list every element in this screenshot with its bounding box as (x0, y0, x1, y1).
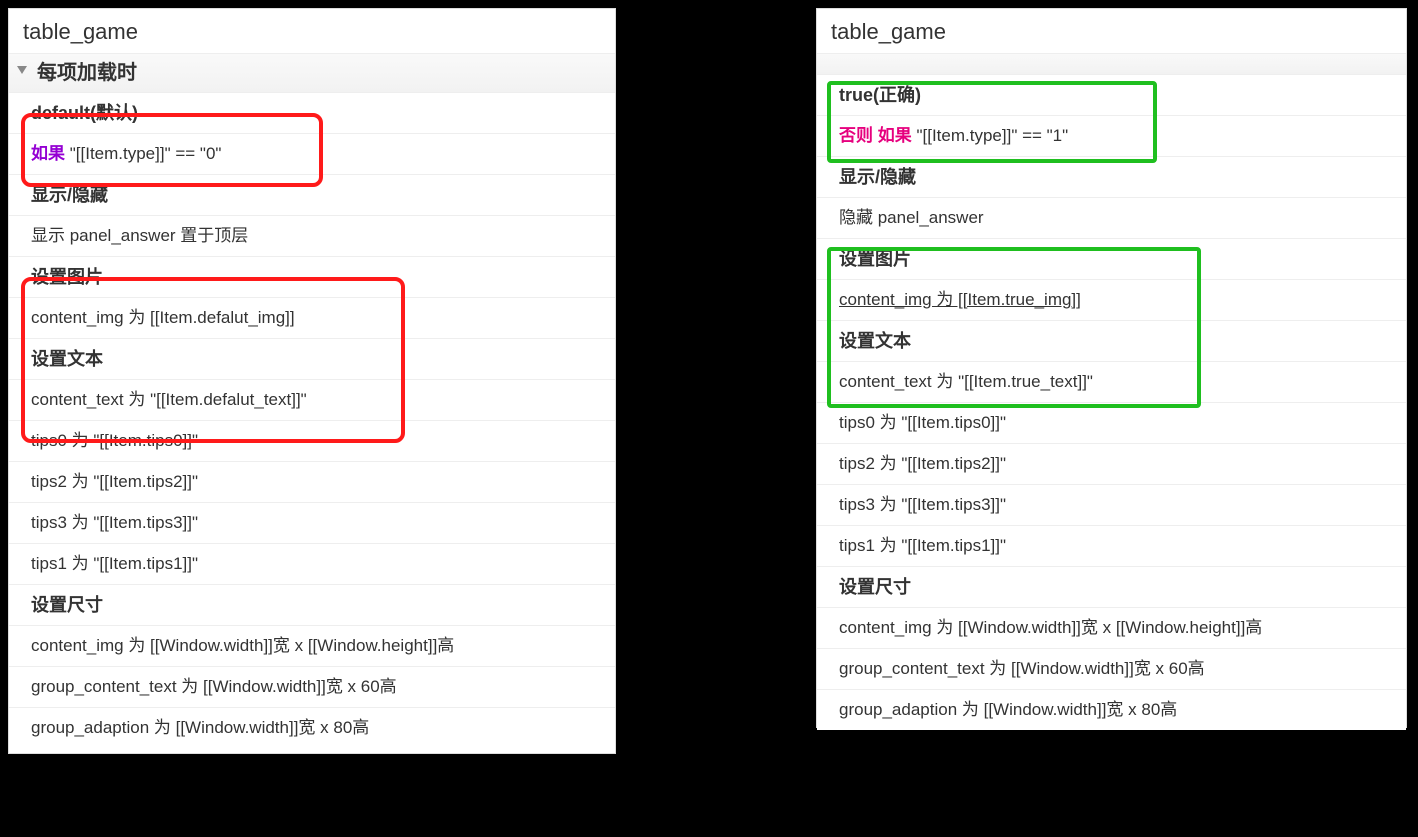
setsize-category[interactable]: 设置尺寸 (817, 566, 1406, 607)
setsize-line[interactable]: group_adaption 为 [[Window.width]]宽 x 80高 (817, 689, 1406, 730)
showhide-line[interactable]: 显示 panel_answer 置于顶层 (9, 215, 615, 256)
left-panel: table_game 每项加载时 default(默认) 如果 "[[Item.… (8, 8, 616, 754)
condition-expression[interactable]: 如果 "[[Item.type]]" == "0" (9, 133, 615, 174)
condition-expr-text: "[[Item.type]]" == "1" (916, 126, 1068, 145)
tips-line[interactable]: tips0 为 "[[Item.tips0]]" (9, 420, 615, 461)
left-title: table_game (9, 9, 615, 53)
tips-line[interactable]: tips1 为 "[[Item.tips1]]" (817, 525, 1406, 566)
setsize-line[interactable]: content_img 为 [[Window.width]]宽 x [[Wind… (817, 607, 1406, 648)
right-title: table_game (817, 9, 1406, 53)
settext-line[interactable]: content_text 为 "[[Item.true_text]]" (817, 361, 1406, 402)
settext-category[interactable]: 设置文本 (9, 338, 615, 379)
tips-line[interactable]: tips1 为 "[[Item.tips1]]" (9, 543, 615, 584)
condition-name[interactable]: default(默认) (9, 92, 615, 133)
elseif-keyword: 否则 如果 (839, 126, 912, 145)
section-header-label: 每项加载时 (37, 62, 137, 84)
showhide-category[interactable]: 显示/隐藏 (9, 174, 615, 215)
showhide-category[interactable]: 显示/隐藏 (817, 156, 1406, 197)
tips-line[interactable]: tips3 为 "[[Item.tips3]]" (817, 484, 1406, 525)
setsize-line[interactable]: group_adaption 为 [[Window.width]]宽 x 80高 (9, 707, 615, 748)
if-keyword: 如果 (31, 144, 65, 163)
showhide-line[interactable]: 隐藏 panel_answer (817, 197, 1406, 238)
setsize-line[interactable]: content_img 为 [[Window.width]]宽 x [[Wind… (9, 625, 615, 666)
right-panel: table_game true(正确) 否则 如果 "[[Item.type]]… (816, 8, 1407, 728)
tips-line[interactable]: tips3 为 "[[Item.tips3]]" (9, 502, 615, 543)
condition-expr-text: "[[Item.type]]" == "0" (70, 144, 222, 163)
settext-line[interactable]: content_text 为 "[[Item.defalut_text]]" (9, 379, 615, 420)
spacer-row (817, 53, 1406, 74)
setimage-category[interactable]: 设置图片 (9, 256, 615, 297)
condition-expression[interactable]: 否则 如果 "[[Item.type]]" == "1" (817, 115, 1406, 156)
condition-name[interactable]: true(正确) (817, 74, 1406, 115)
setsize-line[interactable]: group_content_text 为 [[Window.width]]宽 x… (817, 648, 1406, 689)
setimage-line[interactable]: content_img 为 [[Item.true_img]] (817, 279, 1406, 320)
setsize-line[interactable]: group_content_text 为 [[Window.width]]宽 x… (9, 666, 615, 707)
setsize-category[interactable]: 设置尺寸 (9, 584, 615, 625)
setimage-category[interactable]: 设置图片 (817, 238, 1406, 279)
section-header[interactable]: 每项加载时 (9, 53, 615, 92)
chevron-down-icon[interactable] (17, 66, 27, 74)
setimage-line[interactable]: content_img 为 [[Item.defalut_img]] (9, 297, 615, 338)
tips-line[interactable]: tips0 为 "[[Item.tips0]]" (817, 402, 1406, 443)
settext-category[interactable]: 设置文本 (817, 320, 1406, 361)
tips-line[interactable]: tips2 为 "[[Item.tips2]]" (9, 461, 615, 502)
tips-line[interactable]: tips2 为 "[[Item.tips2]]" (817, 443, 1406, 484)
